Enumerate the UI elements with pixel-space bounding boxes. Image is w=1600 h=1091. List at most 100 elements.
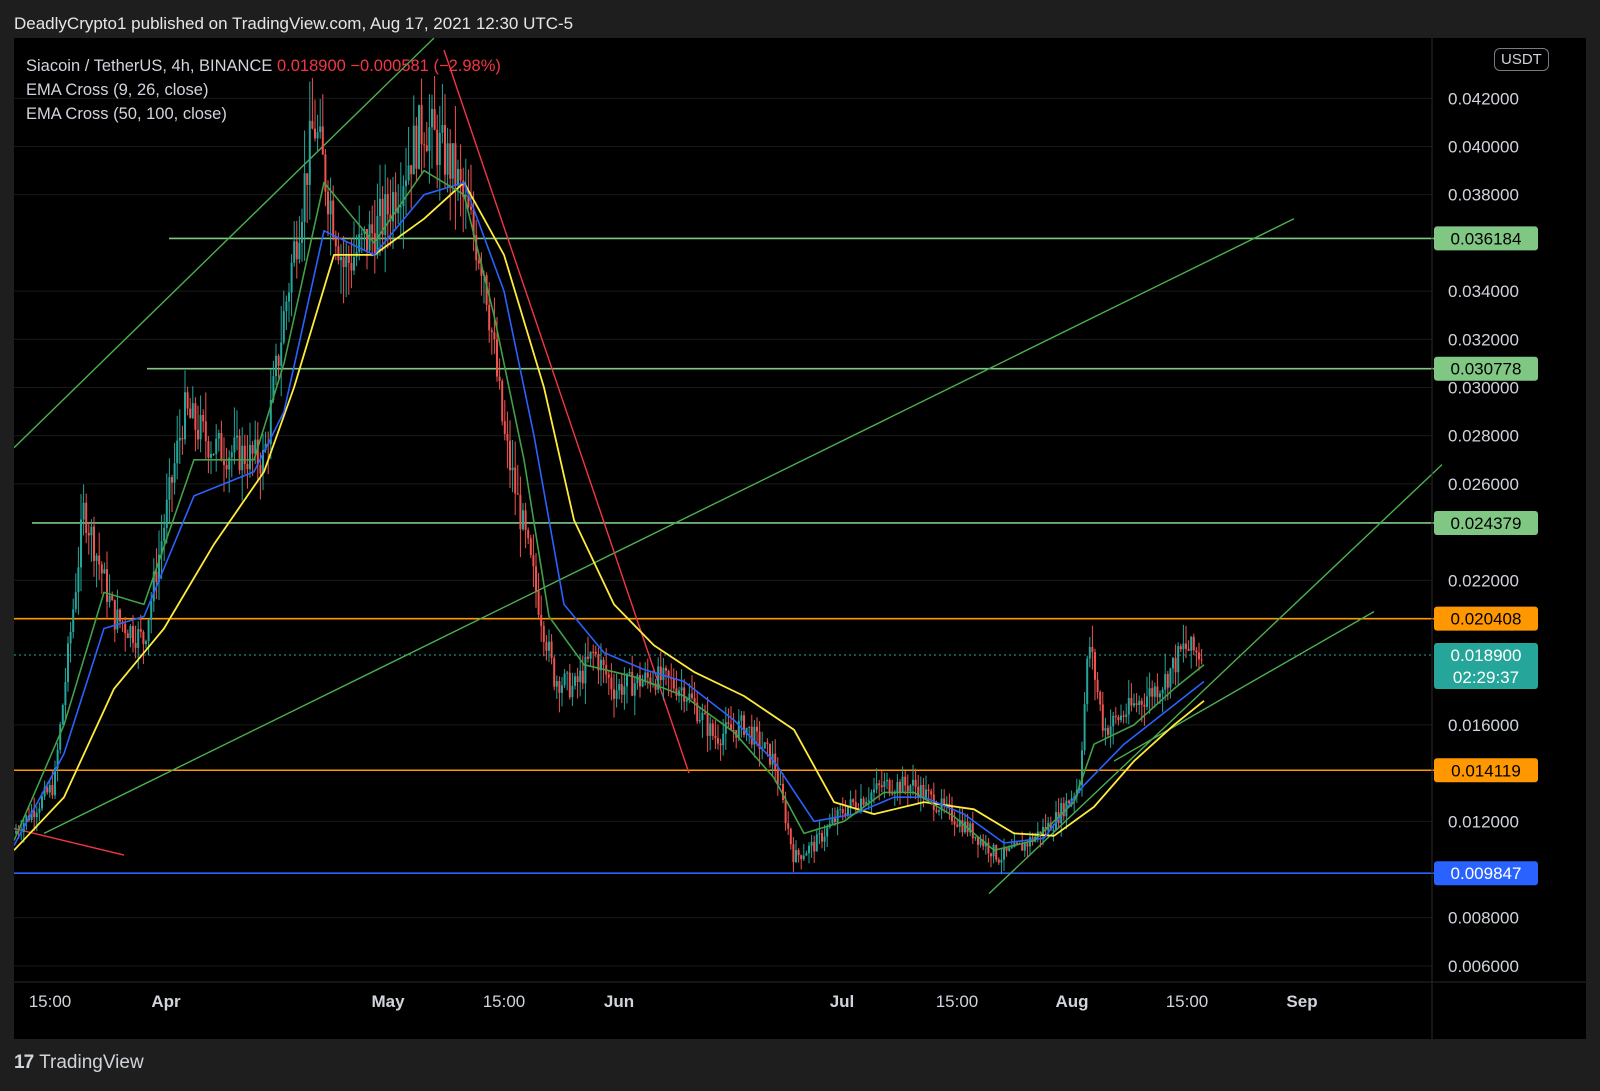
- candle-body: [275, 355, 277, 377]
- candle-body: [285, 301, 288, 312]
- candle-body: [914, 779, 917, 787]
- candle-body: [119, 609, 121, 622]
- chart-area[interactable]: 0.006000 0.008000 0.012000 0.016000 0.022000…: [13, 37, 1586, 1039]
- candle-body: [779, 783, 782, 785]
- candle-body: [506, 434, 509, 441]
- candle-body: [555, 681, 558, 687]
- candle-body: [1112, 715, 1115, 727]
- currency-unit-button[interactable]: USDT: [1494, 48, 1549, 71]
- candle-body: [303, 173, 306, 222]
- grid: [14, 97, 1432, 967]
- candle-body: [1153, 686, 1156, 697]
- candle-body: [340, 257, 342, 261]
- candle-body: [704, 712, 706, 714]
- candle-body: [514, 467, 517, 494]
- candle-body: [815, 834, 818, 852]
- candle-body: [800, 855, 803, 860]
- candle-body: [623, 686, 626, 695]
- candle-body: [706, 713, 709, 736]
- candle-body: [550, 641, 553, 659]
- candle-body: [797, 850, 800, 856]
- candle-body: [1086, 658, 1089, 705]
- y-tick-label: 0.042000: [1448, 89, 1519, 108]
- candle-body: [1117, 716, 1120, 721]
- candle-body: [875, 783, 878, 790]
- candle-body: [727, 722, 730, 725]
- candle-body: [251, 445, 254, 454]
- candle-body: [805, 853, 808, 856]
- candle-body: [886, 780, 888, 782]
- candle-body: [883, 781, 886, 788]
- candle-body: [841, 809, 844, 814]
- price-tags: 0.036184 0.030778 0.024379 0.020408 0.014119…: [1434, 226, 1538, 886]
- candle-body: [789, 828, 792, 845]
- candle-body: [184, 392, 186, 440]
- price-chart[interactable]: 0.006000 0.008000 0.012000 0.016000 0.022000…: [13, 37, 1586, 1039]
- published-header: DeadlyCrypto1 published on TradingView.c…: [14, 14, 574, 33]
- candle-body: [561, 685, 563, 693]
- level-price-label: 0.024379: [1451, 514, 1522, 533]
- candle-body: [532, 555, 535, 567]
- countdown-label: 02:29:37: [1453, 668, 1519, 687]
- candle-body: [867, 800, 870, 802]
- candle-body: [527, 530, 530, 539]
- candle-body: [1091, 647, 1094, 653]
- candle-body: [701, 712, 704, 720]
- candle-body: [147, 620, 150, 642]
- candle-body: [46, 787, 49, 793]
- candle-body: [171, 477, 173, 483]
- candle-body: [636, 675, 639, 684]
- candle-body: [332, 200, 335, 237]
- candle-body: [852, 799, 855, 803]
- green-trendline: [43, 218, 1295, 835]
- candle-body: [571, 685, 574, 698]
- tradingview-logo-icon: 17: [14, 1052, 34, 1073]
- ema26-line: [13, 181, 1205, 846]
- candle-body: [691, 693, 693, 699]
- candle-body: [748, 726, 751, 728]
- level-price-label: 0.009847: [1451, 864, 1522, 883]
- symbol-label: Siacoin / TetherUS, 4h, BINANCE: [26, 57, 273, 75]
- candle-body: [334, 236, 337, 247]
- candle-body: [581, 670, 584, 684]
- candle-body: [345, 255, 348, 268]
- y-tick-label: 0.012000: [1448, 812, 1519, 831]
- candle-body: [178, 437, 181, 441]
- candle-body: [446, 143, 449, 175]
- candle-body: [212, 454, 215, 456]
- candle-body: [1094, 652, 1096, 680]
- candle-body: [995, 845, 998, 860]
- x-tick-label: Jun: [604, 992, 634, 1011]
- candle-body: [709, 723, 712, 736]
- candle-body: [589, 651, 592, 659]
- candle-body: [542, 625, 545, 642]
- candle-body: [906, 785, 909, 792]
- candle-body: [371, 224, 374, 234]
- candle-body: [236, 435, 238, 438]
- candle-body: [646, 672, 649, 678]
- candle-body: [576, 676, 579, 683]
- candle-body: [95, 555, 98, 561]
- candle-body: [592, 651, 595, 653]
- candle-body: [69, 631, 72, 644]
- candle-body: [888, 780, 891, 794]
- y-tick-label: 0.032000: [1448, 330, 1519, 349]
- candle-body: [953, 821, 956, 825]
- candle-body: [215, 438, 218, 455]
- ema50-line: [13, 181, 1205, 851]
- candle-body: [150, 601, 153, 621]
- candle-body: [163, 527, 166, 542]
- candle-body: [938, 810, 940, 812]
- candle-body: [87, 532, 90, 536]
- candle-body: [711, 723, 714, 736]
- candle-body: [501, 381, 504, 422]
- candle-body: [683, 687, 686, 702]
- candle-body: [672, 679, 675, 689]
- candle-body: [927, 789, 930, 792]
- y-tick-label: 0.022000: [1448, 571, 1519, 590]
- candle-body: [904, 776, 907, 786]
- candle-body: [454, 143, 457, 186]
- candle-body: [415, 125, 418, 169]
- candle-body: [1127, 697, 1130, 715]
- candle-body: [225, 464, 228, 470]
